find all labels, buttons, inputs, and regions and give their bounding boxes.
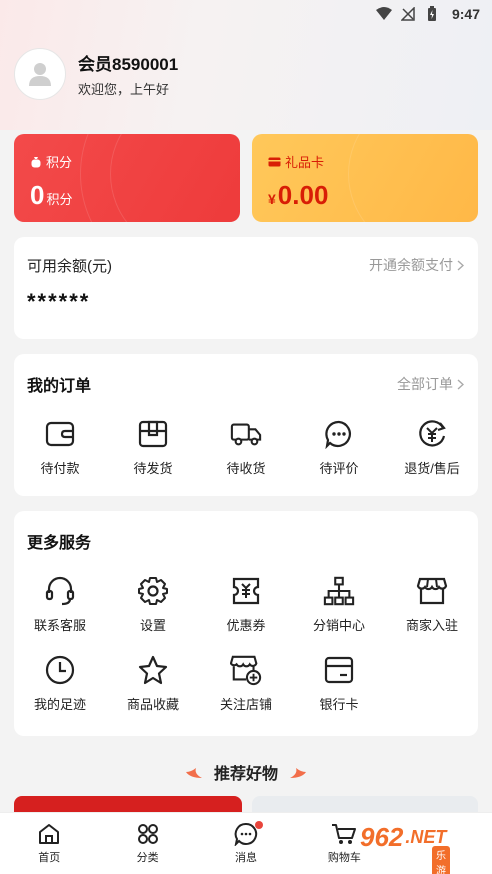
home-icon <box>39 824 60 844</box>
refund-icon <box>416 418 448 450</box>
flame-decor-icon <box>185 768 202 778</box>
store-icon <box>416 575 448 607</box>
service-item-label: 关注店铺 <box>219 697 272 712</box>
gift-card-icon <box>268 157 281 166</box>
tab-label: 首页 <box>38 852 61 864</box>
service-item-label: 设置 <box>139 618 166 633</box>
wifi-icon <box>375 6 392 22</box>
orders-panel: 我的订单 全部订单 待付款 待发货 待收货 待评价 退货/售后 <box>14 354 478 496</box>
order-pending-review[interactable]: 待评价 <box>293 418 385 477</box>
tab-label: 购物车 <box>327 852 361 864</box>
all-orders-label: 全部订单 <box>397 376 453 392</box>
order-item-label: 待付款 <box>40 461 80 476</box>
battery-icon <box>424 6 440 22</box>
headset-icon <box>44 575 76 607</box>
service-customer-support[interactable]: 联系客服 <box>14 575 106 634</box>
decorative-ring <box>348 134 478 222</box>
recommend-header: 推荐好物 <box>0 760 492 784</box>
points-unit: 积分 <box>46 192 73 207</box>
card-icon <box>323 654 355 686</box>
star-icon <box>137 654 169 686</box>
service-coupons[interactable]: 优惠券 <box>200 575 292 634</box>
gift-card[interactable]: 礼品卡 ¥ 0.00 <box>252 134 478 222</box>
enable-balance-pay-label: 开通余额支付 <box>369 257 453 273</box>
chevron-right-icon <box>457 259 464 271</box>
balance-panel: 可用余额(元) 开通余额支付 ****** <box>14 237 478 339</box>
watermark-sub: 乐游网 <box>432 846 450 874</box>
service-distribution-center[interactable]: 分销中心 <box>293 575 385 634</box>
org-chart-icon <box>323 575 355 607</box>
status-time: 9:47 <box>451 6 480 22</box>
wallet-icon <box>44 418 76 450</box>
points-label: 积分 <box>46 155 73 170</box>
balance-masked-value: ****** <box>27 289 91 314</box>
order-pending-shipment[interactable]: 待发货 <box>107 418 199 477</box>
service-bank-card[interactable]: 银行卡 <box>293 654 385 713</box>
watermark-logo: 962 .NET 乐游网 <box>360 822 450 874</box>
service-item-label: 商家入驻 <box>405 618 458 633</box>
greeting-text: 欢迎您，上午好 <box>78 82 170 97</box>
services-panel: 更多服务 联系客服 设置 优惠券 分销中心 商家入驻 我的足迹 商品收藏 关注店… <box>14 511 478 736</box>
points-card[interactable]: 积分 0 积分 <box>14 134 240 222</box>
order-item-label: 待发货 <box>133 461 173 476</box>
profile-header[interactable]: 会员8590001 欢迎您，上午好 <box>14 48 178 100</box>
flame-decor-icon <box>290 768 306 778</box>
user-icon <box>29 63 51 86</box>
order-pending-receipt[interactable]: 待收货 <box>200 418 292 477</box>
services-title: 更多服务 <box>27 535 92 552</box>
service-item-label: 我的足迹 <box>33 697 86 712</box>
service-followed-stores[interactable]: 关注店铺 <box>200 654 292 713</box>
balance-title: 可用余额(元) <box>27 258 112 275</box>
tab-category[interactable]: 分类 <box>98 813 196 874</box>
tab-label: 分类 <box>136 852 159 864</box>
recommend-title: 推荐好物 <box>213 766 278 783</box>
truck-icon <box>230 418 262 450</box>
tab-label: 消息 <box>235 852 258 864</box>
gear-icon <box>137 575 169 607</box>
order-item-label: 待收货 <box>226 461 266 476</box>
service-browsing-history[interactable]: 我的足迹 <box>14 654 106 713</box>
clock-icon <box>44 654 76 686</box>
decorative-ring <box>80 134 240 222</box>
service-favorites[interactable]: 商品收藏 <box>107 654 199 713</box>
points-value: 0 <box>30 180 45 210</box>
chat-icon <box>323 418 355 450</box>
cart-icon <box>332 824 357 844</box>
order-refund-aftersale[interactable]: 退货/售后 <box>386 418 478 477</box>
service-settings[interactable]: 设置 <box>107 575 199 634</box>
service-item-label: 商品收藏 <box>126 697 179 712</box>
service-item-label: 银行卡 <box>319 697 359 712</box>
chevron-right-icon <box>457 378 464 390</box>
grid-icon <box>137 824 158 844</box>
signal-off-icon <box>400 6 416 22</box>
orders-title: 我的订单 <box>27 378 92 395</box>
service-item-label: 联系客服 <box>33 618 86 633</box>
watermark-domain: .NET <box>405 827 447 847</box>
unread-badge <box>254 821 263 829</box>
watermark-number: 962 <box>360 822 404 852</box>
service-item-label: 分销中心 <box>312 618 365 633</box>
gift-card-label: 礼品卡 <box>285 155 325 170</box>
service-item-label: 优惠券 <box>226 618 266 633</box>
money-bag-icon <box>31 156 41 167</box>
status-bar: 9:47 <box>0 0 492 28</box>
coupon-icon <box>230 575 262 607</box>
gift-card-currency: ¥ <box>268 191 276 207</box>
avatar[interactable] <box>14 48 66 100</box>
enable-balance-pay-link[interactable]: 开通余额支付 <box>369 255 464 275</box>
all-orders-link[interactable]: 全部订单 <box>397 374 464 394</box>
store-add-icon <box>230 654 262 686</box>
box-icon <box>137 418 169 450</box>
member-name: 会员8590001 <box>78 55 179 74</box>
tab-home[interactable]: 首页 <box>0 813 98 874</box>
order-pending-payment[interactable]: 待付款 <box>14 418 106 477</box>
gift-card-value: 0.00 <box>277 180 329 210</box>
service-merchant-join[interactable]: 商家入驻 <box>386 575 478 634</box>
order-item-label: 退货/售后 <box>404 461 460 476</box>
order-item-label: 待评价 <box>319 461 359 476</box>
tab-messages[interactable]: 消息 <box>197 813 295 874</box>
